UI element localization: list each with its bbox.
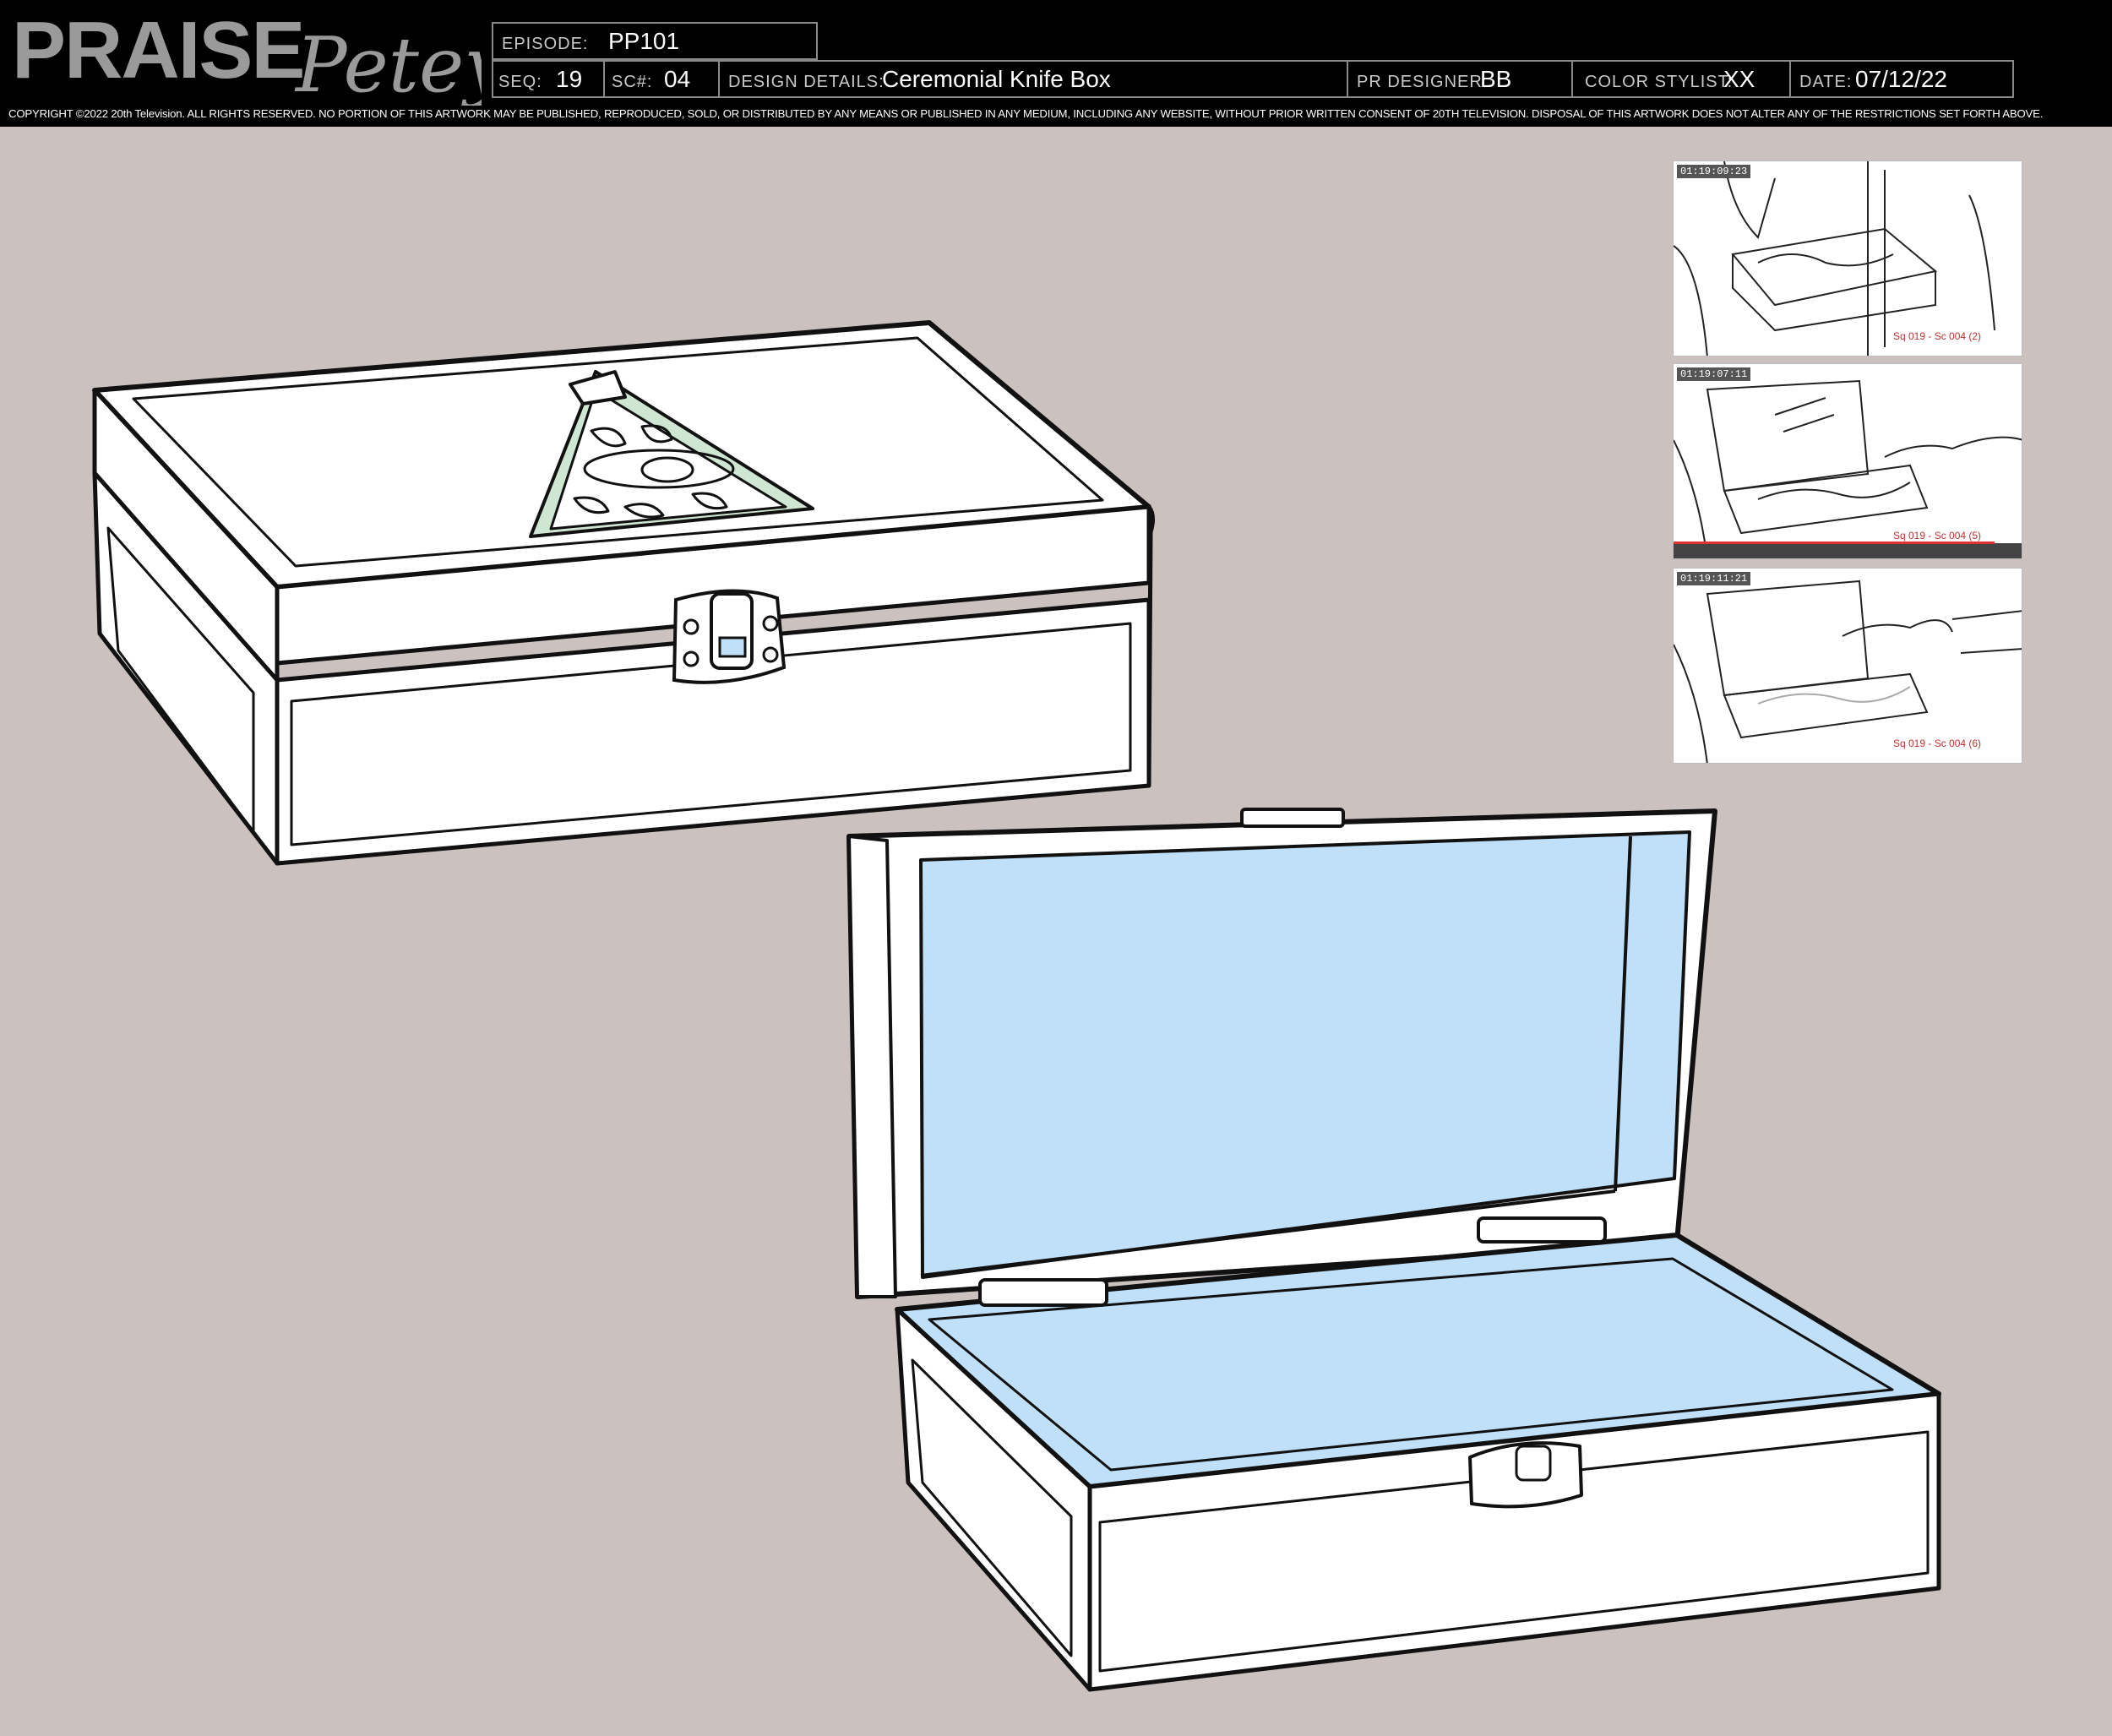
panel-timecode-1: 01:19:09:23: [1677, 165, 1751, 178]
right-hinge-icon: [1477, 1216, 1607, 1243]
video-progress-bar: [1674, 541, 1995, 544]
video-controls-bar: [1674, 543, 2022, 558]
reference-panel-3: 01:19:11:21 Sq 019 - Sc 004 (6): [1673, 568, 2022, 764]
panel-caption-1: Sq 019 - Sc 004 (2): [1893, 330, 1982, 342]
storyboard-sketch-1: [1674, 161, 1995, 356]
storyboard-sketch-3: [1674, 580, 2022, 763]
panel-caption-2: Sq 019 - Sc 004 (5): [1893, 530, 1982, 541]
open-box-illustration: [846, 808, 1941, 1692]
reference-panel-1: 01:19:09:23 Sq 019 - Sc 004 (2): [1673, 161, 2022, 356]
left-hinge-icon: [978, 1278, 1108, 1307]
closed-latch-icon: [672, 589, 787, 684]
reference-panel-2: 01:19:07:11 Sq 019 - Sc 004 (5): [1673, 363, 2022, 559]
panel-timecode-2: 01:19:07:11: [1677, 367, 1751, 381]
panel-caption-3: Sq 019 - Sc 004 (6): [1893, 737, 1982, 749]
panel-timecode-3: 01:19:11:21: [1677, 572, 1751, 585]
